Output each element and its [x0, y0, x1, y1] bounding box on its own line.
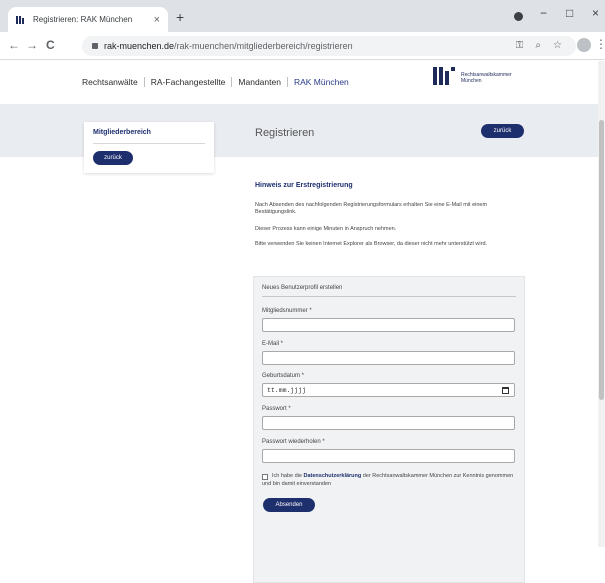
url-host: rak-muenchen.de	[104, 41, 175, 51]
lock-icon	[92, 43, 98, 49]
logo-line2: München	[461, 78, 482, 84]
password-repeat-label: Passwort wiederholen *	[262, 439, 325, 445]
profile-avatar-icon[interactable]	[577, 38, 591, 52]
hint-paragraph-3: Bitte verwenden Sie keinen Internet Expl…	[255, 241, 488, 247]
forward-arrow-icon[interactable]: →	[26, 38, 38, 52]
divider	[262, 296, 516, 297]
nav-link-mandanten[interactable]: Mandanten	[232, 77, 288, 87]
nav-link-rak-muenchen[interactable]: RAK München	[288, 77, 355, 87]
email-input[interactable]	[262, 351, 515, 365]
nav-link-rechtsanwaelte[interactable]: Rechtsanwälte	[82, 77, 145, 87]
rak-favicon-icon	[16, 15, 28, 24]
browser-tab-bar: Registrieren: RAK München × + − □ ×	[0, 0, 605, 32]
tab-title: Registrieren: RAK München	[33, 15, 133, 24]
rak-logo[interactable]: Rechtsanwaltskammer München	[433, 67, 512, 85]
browser-toolbar: ← → C rak-muenchen.de/rak-muenchen/mitgl…	[0, 32, 605, 60]
sidebar-card: Mitgliederbereich zurück	[84, 122, 214, 173]
reload-icon[interactable]: C	[46, 38, 55, 52]
zoom-icon[interactable]: ⌕	[535, 40, 541, 51]
consent-checkbox[interactable]	[262, 474, 268, 480]
new-tab-button[interactable]: +	[176, 9, 184, 25]
top-navigation: Rechtsanwälte RA-Fachangestellte Mandant…	[82, 77, 355, 87]
window-close-button[interactable]: ×	[592, 6, 599, 20]
consent-text: Ich habe die Datenschutzerklärung der Re…	[262, 473, 514, 487]
web-page: Rechtsanwälte RA-Fachangestellte Mandant…	[0, 61, 598, 583]
password-label: Passwort *	[262, 406, 291, 412]
bookmark-star-icon[interactable]: ☆	[553, 40, 562, 51]
birthdate-value: tt.mm.jjjj	[267, 386, 307, 394]
window-maximize-button[interactable]: □	[566, 6, 573, 20]
birthdate-input[interactable]: tt.mm.jjjj	[262, 383, 515, 397]
password-input[interactable]	[262, 416, 515, 430]
browser-extension-icon[interactable]	[514, 12, 523, 21]
birthdate-label: Geburtsdatum *	[262, 373, 305, 379]
hint-paragraph-2: Dieser Prozess kann einige Minuten in An…	[255, 226, 397, 232]
privacy-policy-link[interactable]: Datenschutzerklärung	[304, 473, 362, 479]
sidebar-back-button[interactable]: zurück	[93, 151, 133, 165]
member-number-input[interactable]	[262, 318, 515, 332]
calendar-icon[interactable]	[502, 387, 509, 394]
tab-close-icon[interactable]: ×	[154, 14, 160, 26]
hint-title: Hinweis zur Erstregistrierung	[255, 182, 353, 189]
submit-button[interactable]: Absenden	[263, 498, 315, 512]
password-repeat-input[interactable]	[262, 449, 515, 463]
address-bar[interactable]: rak-muenchen.de/rak-muenchen/mitgliederb…	[82, 36, 576, 56]
page-title: Registrieren	[255, 127, 315, 139]
email-label: E-Mail *	[262, 341, 284, 347]
scrollbar-thumb[interactable]	[599, 120, 604, 400]
member-number-label: Mitgliedsnummer *	[262, 308, 312, 314]
divider	[93, 143, 205, 144]
form-heading: Neues Benutzerprofil erstellen	[262, 285, 343, 291]
back-arrow-icon[interactable]: ←	[8, 38, 20, 52]
back-button[interactable]: zurück	[481, 124, 524, 138]
rak-logo-mark-icon	[433, 67, 455, 85]
key-icon[interactable]: ⚿	[516, 40, 524, 51]
url-path: /rak-muenchen/mitgliederbereich/registri…	[174, 41, 353, 51]
nav-link-ra-fachangestellte[interactable]: RA-Fachangestellte	[145, 77, 233, 87]
hint-paragraph-1: Nach Absenden des nachfolgenden Registri…	[255, 202, 488, 215]
browser-tab[interactable]: Registrieren: RAK München ×	[8, 7, 168, 32]
browser-menu-icon[interactable]: ⋮	[595, 37, 605, 51]
window-minimize-button[interactable]: −	[540, 6, 547, 20]
sidebar-title[interactable]: Mitgliederbereich	[93, 129, 151, 136]
registration-form: Neues Benutzerprofil erstellen Mitglieds…	[253, 276, 525, 583]
